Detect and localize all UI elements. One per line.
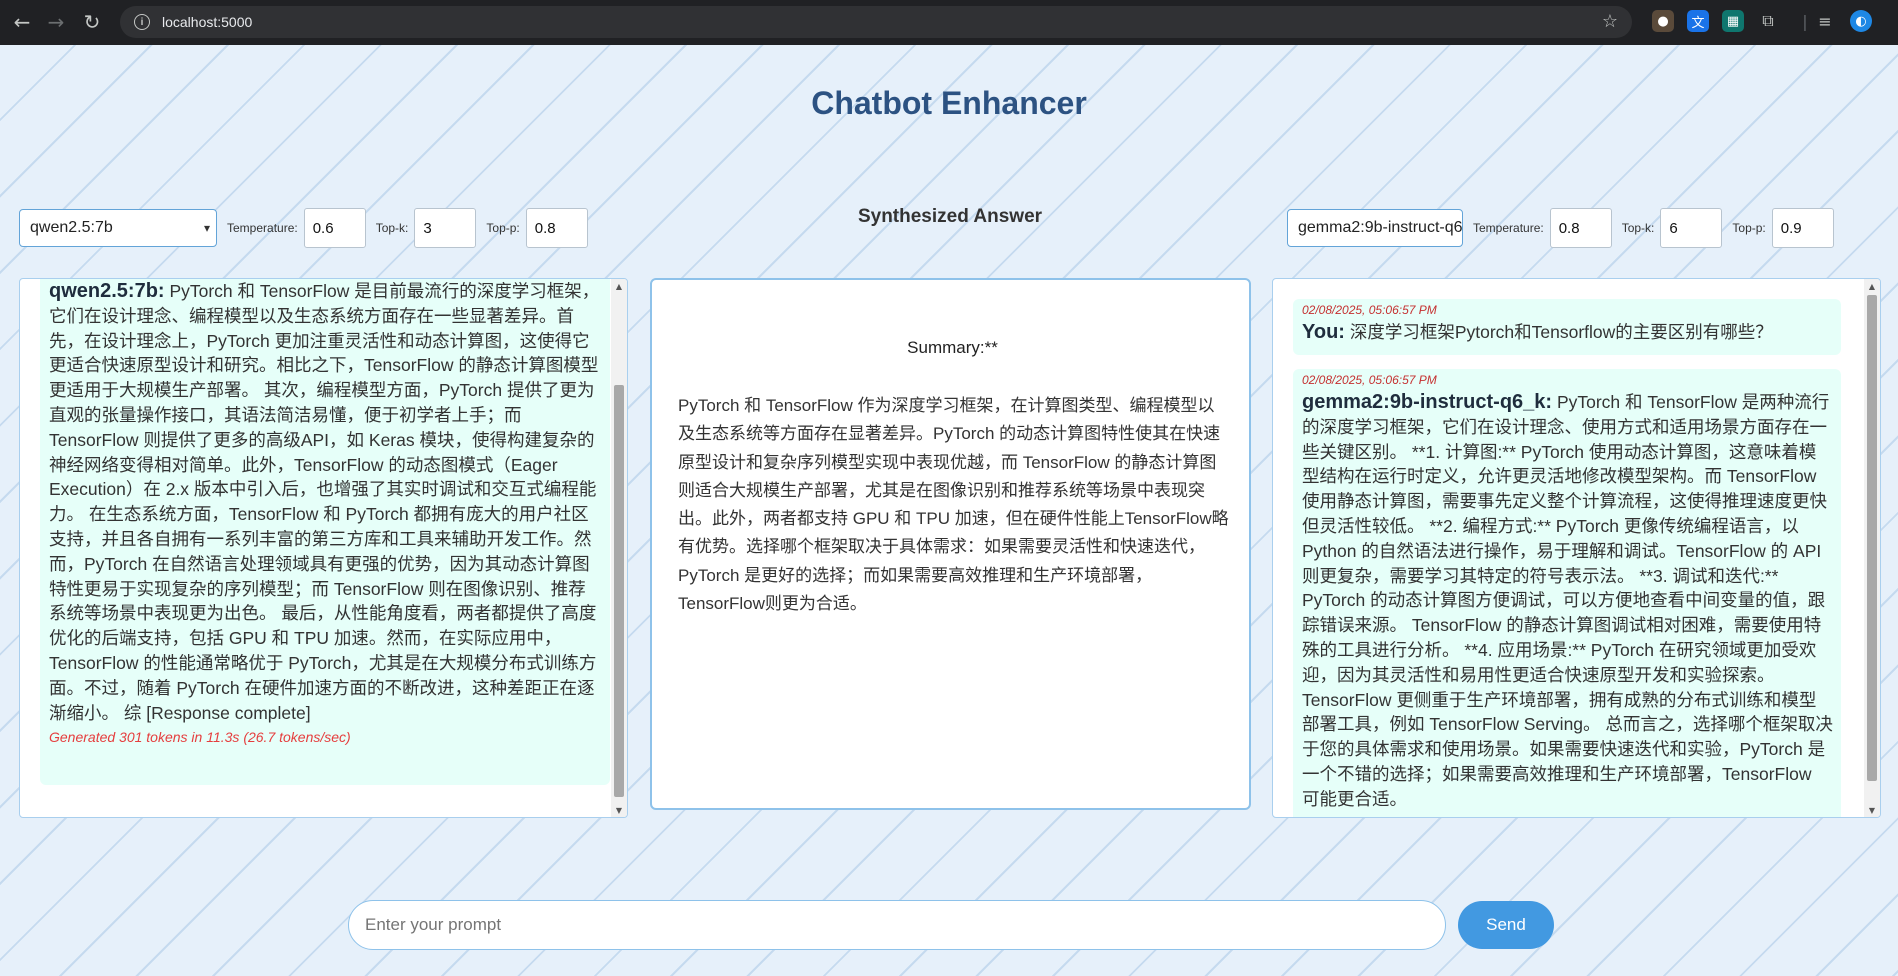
left-scroll-thumb[interactable] xyxy=(614,385,624,797)
address-bar[interactable]: i localhost:5000 ☆ xyxy=(120,6,1632,38)
summary-label: Summary:** xyxy=(907,338,998,357)
left-temperature-label: Temperature: xyxy=(227,221,298,235)
left-topp-input[interactable]: 0.8 xyxy=(525,208,588,248)
prompt-input[interactable]: Enter your prompt xyxy=(348,900,1446,950)
bookmark-star-icon[interactable]: ☆ xyxy=(1602,11,1618,32)
right-message-text: PyTorch 和 TensorFlow 是两种流行的深度学习框架，它们在设计理… xyxy=(1302,392,1833,809)
right-chat-panel[interactable]: 02/08/2025, 05:06:57 PM You: 深度学习框架Pytor… xyxy=(1272,278,1881,818)
right-model-select[interactable]: gemma2:9b-instruct-q6 xyxy=(1287,209,1463,247)
user-message-body: You: 深度学习框架Pytorch和Tensorflow的主要区别有哪些？ xyxy=(1302,320,1833,345)
reload-icon[interactable]: ↻ xyxy=(74,4,110,40)
forward-icon[interactable]: → xyxy=(38,4,74,40)
right-message-body: gemma2:9b-instruct-q6_k: PyTorch 和 Tenso… xyxy=(1302,390,1833,812)
extension-owl-icon[interactable]: ● xyxy=(1652,10,1674,32)
right-topp-input[interactable]: 0.9 xyxy=(1771,208,1834,248)
scroll-down-arrow-icon[interactable]: ▼ xyxy=(1864,803,1880,817)
site-info-icon[interactable]: i xyxy=(134,14,150,30)
right-bot-timestamp: 02/08/2025, 05:06:57 PM xyxy=(1302,373,1437,387)
extension-grid-icon[interactable]: ▦ xyxy=(1722,10,1744,32)
right-bot-message: 02/08/2025, 05:06:57 PM gemma2:9b-instru… xyxy=(1293,369,1841,817)
synthesized-answer-title: Synthesized Answer xyxy=(857,206,1043,227)
left-message-body: qwen2.5:7b: PyTorch 和 TensorFlow 是目前最流行的… xyxy=(49,279,602,725)
synthesized-answer-panel: Summary:** PyTorch 和 TensorFlow 作为深度学习框架… xyxy=(650,278,1251,810)
left-topp-label: Top-p: xyxy=(486,221,520,235)
right-scrollbar[interactable]: ▲ ▼ xyxy=(1864,279,1880,817)
user-message: 02/08/2025, 05:06:57 PM You: 深度学习框架Pytor… xyxy=(1293,299,1841,355)
user-message-timestamp: 02/08/2025, 05:06:57 PM xyxy=(1302,303,1437,317)
scroll-up-arrow-icon[interactable]: ▲ xyxy=(1864,279,1880,293)
right-topk-input[interactable]: 6 xyxy=(1660,208,1723,248)
left-topk-input[interactable]: 3 xyxy=(414,208,477,248)
left-message-text: PyTorch 和 TensorFlow 是目前最流行的深度学习框架，它们在设计… xyxy=(49,281,600,723)
left-model-value: qwen2.5:7b xyxy=(30,219,113,236)
right-topp-label: Top-p: xyxy=(1732,221,1766,235)
left-chat-panel[interactable]: qwen2.5:7b: PyTorch 和 TensorFlow 是目前最流行的… xyxy=(19,278,628,818)
left-scrollbar[interactable]: ▲ ▼ xyxy=(611,279,627,817)
page-title: Chatbot Enhancer xyxy=(811,85,1087,121)
user-message-text: 深度学习框架Pytorch和Tensorflow的主要区别有哪些？ xyxy=(1349,322,1773,342)
scroll-down-arrow-icon[interactable]: ▼ xyxy=(611,803,627,817)
left-temperature-input[interactable]: 0.6 xyxy=(303,208,366,248)
extension-translate-icon[interactable]: 文 xyxy=(1687,10,1709,32)
reading-list-icon[interactable]: ≡ xyxy=(1814,10,1836,32)
user-sender-name: You: xyxy=(1302,321,1345,343)
right-sender-name: gemma2:9b-instruct-q6_k: xyxy=(1302,391,1553,413)
left-model-select[interactable]: qwen2.5:7b ▾ xyxy=(19,209,217,247)
send-button[interactable]: Send xyxy=(1458,901,1554,949)
right-temperature-input[interactable]: 0.8 xyxy=(1549,208,1612,248)
right-model-value: gemma2:9b-instruct-q6 xyxy=(1298,219,1463,236)
right-scroll-thumb[interactable] xyxy=(1867,295,1877,781)
profile-avatar-icon[interactable]: ◐ xyxy=(1850,10,1872,32)
left-bot-message: qwen2.5:7b: PyTorch 和 TensorFlow 是目前最流行的… xyxy=(40,279,610,785)
extensions-puzzle-icon[interactable]: ⧉ xyxy=(1757,10,1779,32)
summary-text: PyTorch 和 TensorFlow 作为深度学习框架，在计算图类型、编程模… xyxy=(678,396,1229,614)
left-model-controls: qwen2.5:7b ▾ Temperature: 0.6 Top-k: 3 T… xyxy=(19,208,588,248)
back-icon[interactable]: ← xyxy=(4,4,40,40)
right-temperature-label: Temperature: xyxy=(1473,221,1544,235)
chevron-down-icon: ▾ xyxy=(203,221,210,235)
app-page: Chatbot Enhancer qwen2.5:7b ▾ Temperatur… xyxy=(0,45,1898,976)
right-topk-label: Top-k: xyxy=(1621,221,1655,235)
toolbar-divider: | xyxy=(1802,11,1808,31)
left-generation-stats: Generated 301 tokens in 11.3s (26.7 toke… xyxy=(49,729,351,746)
scroll-up-arrow-icon[interactable]: ▲ xyxy=(611,279,627,293)
right-model-controls: gemma2:9b-instruct-q6 Temperature: 0.8 T… xyxy=(1287,208,1834,248)
left-topk-label: Top-k: xyxy=(375,221,409,235)
left-sender-name: qwen2.5:7b: xyxy=(49,280,165,302)
prompt-placeholder: Enter your prompt xyxy=(365,915,502,934)
address-url: localhost:5000 xyxy=(162,14,253,30)
browser-toolbar: ← → ↻ i localhost:5000 ☆ ● 文 ▦ ⧉ | ≡ ◐ xyxy=(0,0,1898,45)
